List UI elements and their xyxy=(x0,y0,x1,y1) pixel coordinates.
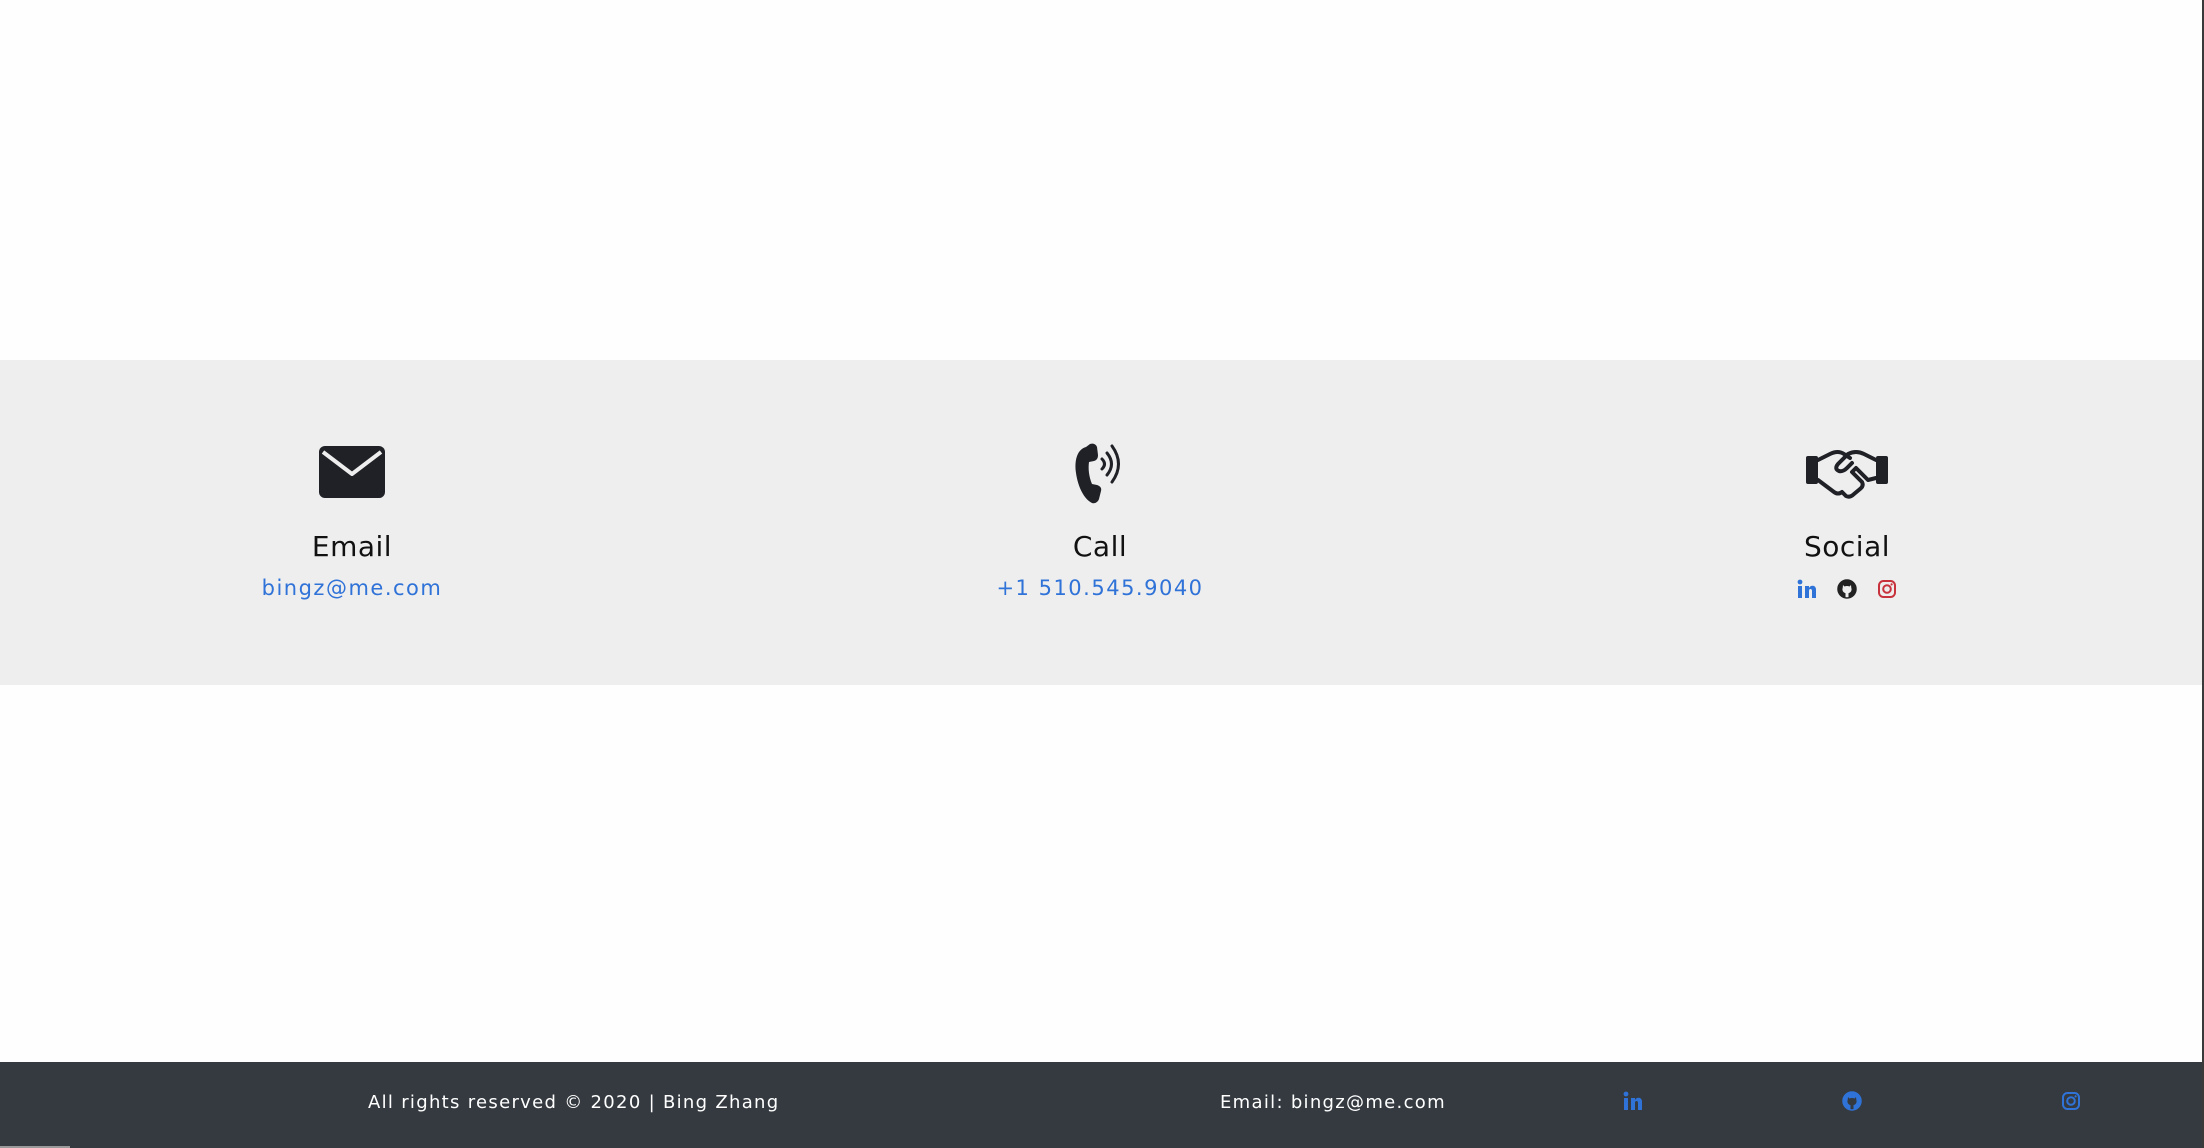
envelope-icon xyxy=(319,446,385,498)
email-link[interactable]: bingz@me.com xyxy=(152,576,552,600)
page: Email bingz@me.com Call +1 510.545.9040 xyxy=(0,0,2204,1148)
site-footer: All rights reserved © 2020 | Bing Zhang … xyxy=(0,1062,2204,1148)
contact-email: Email bingz@me.com xyxy=(152,360,552,685)
contact-call: Call +1 510.545.9040 xyxy=(900,360,1300,685)
linkedin-icon[interactable] xyxy=(1796,578,1818,600)
phone-icon xyxy=(1075,443,1120,504)
phone-link[interactable]: +1 510.545.9040 xyxy=(900,576,1300,600)
github-icon[interactable] xyxy=(1839,1088,1865,1114)
call-title: Call xyxy=(1072,530,1128,563)
contact-social: Social xyxy=(1647,360,2047,685)
linkedin-icon[interactable] xyxy=(1620,1088,1646,1114)
social-title: Social xyxy=(1803,530,1890,563)
social-links xyxy=(1647,578,2047,600)
copyright-text: All rights reserved © 2020 | Bing Zhang xyxy=(368,1092,780,1113)
email-title: Email xyxy=(311,530,393,563)
instagram-icon[interactable] xyxy=(2058,1088,2084,1114)
contact-section: Email bingz@me.com Call +1 510.545.9040 xyxy=(0,360,2204,685)
github-icon[interactable] xyxy=(1836,578,1858,600)
footer-email[interactable]: Email: bingz@me.com xyxy=(1220,1092,1446,1113)
handshake-icon xyxy=(1806,450,1888,499)
instagram-icon[interactable] xyxy=(1876,578,1898,600)
